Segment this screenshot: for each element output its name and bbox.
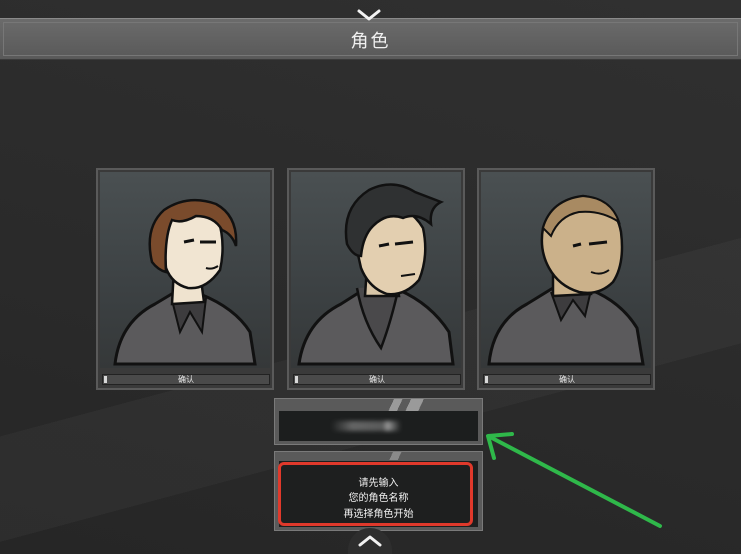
pointer-arrow-icon [486,432,662,528]
